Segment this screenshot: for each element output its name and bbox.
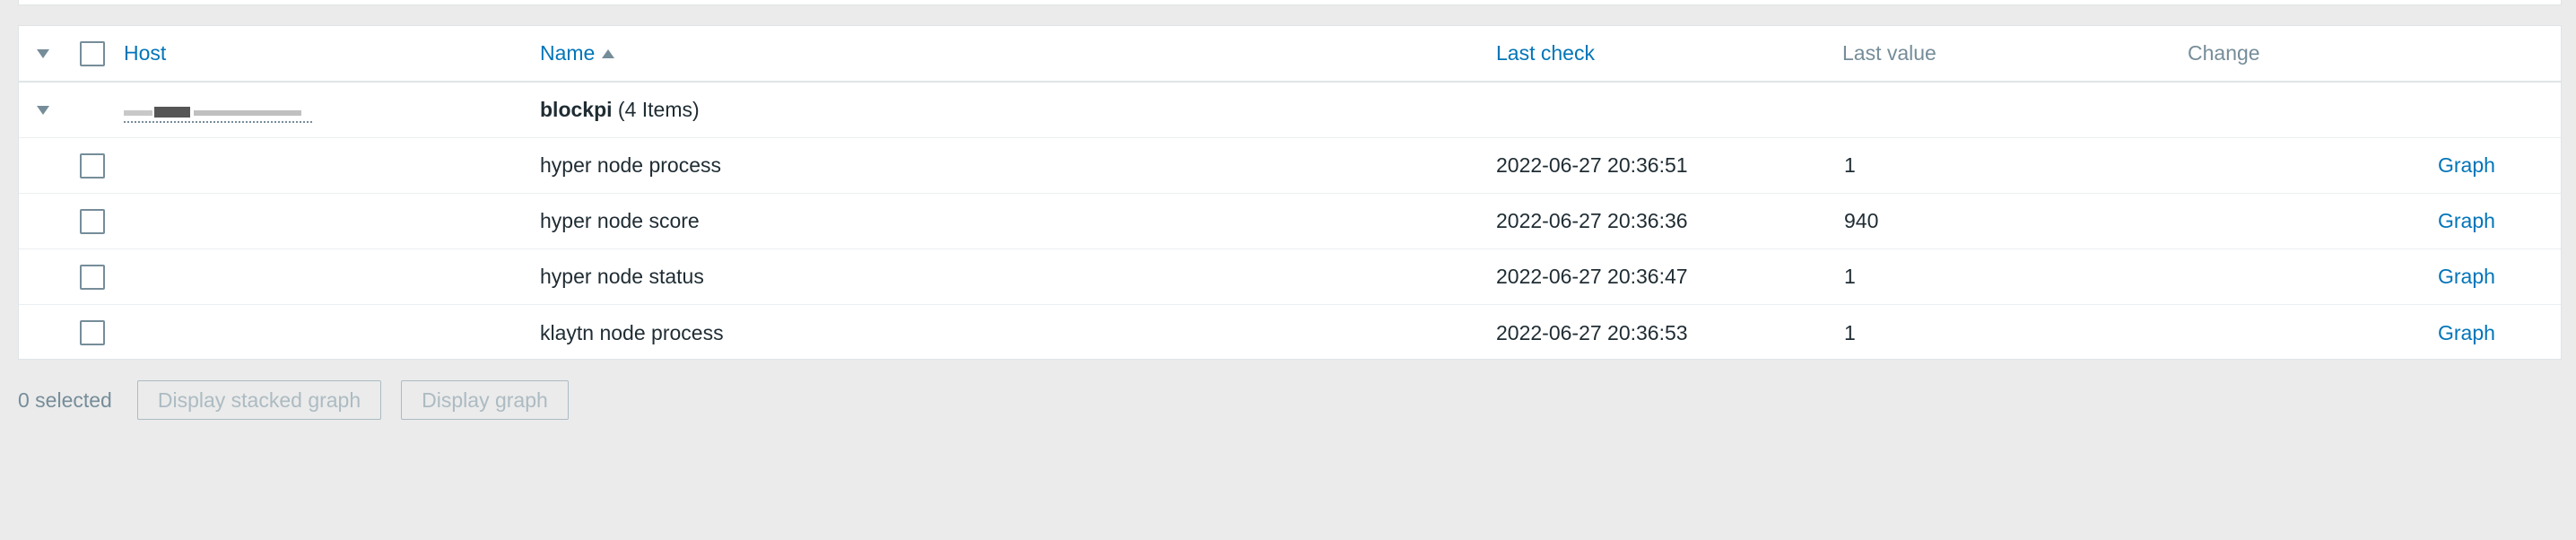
header-name-label[interactable]: Name [540,41,595,65]
display-graph-button[interactable]: Display graph [401,380,569,420]
select-all-checkbox[interactable] [80,40,105,66]
graph-link[interactable]: Graph [2438,305,2495,361]
row-checkbox[interactable] [80,264,105,290]
table-row: klaytn node process 2022-06-27 20:36:53 … [19,305,2561,361]
group-host-name[interactable] [124,83,312,137]
group-collapse-toggle[interactable] [37,83,49,137]
item-last-value: 940 [1844,209,1879,232]
collapse-all-toggle[interactable] [37,26,49,81]
item-last-check: 2022-06-27 20:36:51 [1496,153,1688,177]
item-last-check: 2022-06-27 20:36:53 [1496,320,1688,344]
redacted-host-name[interactable] [124,103,312,123]
table-row: hyper node status 2022-06-27 20:36:47 1 … [19,249,2561,305]
header-change: Change [2188,41,2260,65]
host-group-row: blockpi (4 Items) [19,83,2561,138]
header-name[interactable]: Name [540,26,615,81]
item-last-check: 2022-06-27 20:36:36 [1496,209,1688,232]
item-last-value: 1 [1844,265,1856,288]
sort-ascending-icon [602,48,615,58]
graph-link[interactable]: Graph [2438,249,2495,304]
graph-link[interactable]: Graph [2438,194,2495,248]
table-header: Host Name Last check Last value Change [19,26,2561,83]
item-name[interactable]: hyper node score [540,194,700,248]
graph-link[interactable]: Graph [2438,138,2495,193]
group-item-count: (4 Items) [617,98,700,121]
row-checkbox[interactable] [80,320,105,345]
item-last-value: 1 [1844,153,1856,177]
selection-action-bar: 0 selected Display stacked graph Display… [18,380,569,420]
row-checkbox[interactable] [80,152,105,179]
group-title: blockpi (4 Items) [540,83,700,137]
item-name[interactable]: hyper node process [540,138,721,193]
header-last-value: Last value [1842,41,1936,65]
display-stacked-graph-button[interactable]: Display stacked graph [136,380,382,420]
group-collapse-icon[interactable] [37,105,49,115]
item-last-check: 2022-06-27 20:36:47 [1496,265,1688,288]
item-last-value: 1 [1844,320,1856,344]
table-row: hyper node process 2022-06-27 20:36:51 1… [19,138,2561,194]
collapse-all-icon[interactable] [37,48,49,58]
select-all-cell[interactable] [80,26,105,81]
item-name[interactable]: hyper node status [540,249,704,304]
item-name[interactable]: klaytn node process [540,305,724,361]
selected-count: 0 selected [18,388,112,412]
header-host[interactable]: Host [124,26,166,81]
table-row: hyper node score 2022-06-27 20:36:36 940… [19,194,2561,249]
group-name: blockpi [540,98,613,121]
header-last-check[interactable]: Last check [1496,26,1595,81]
latest-data-table: Host Name Last check Last value Change b… [18,25,2562,360]
top-filter-panel-edge [18,0,2562,5]
row-checkbox[interactable] [80,208,105,234]
